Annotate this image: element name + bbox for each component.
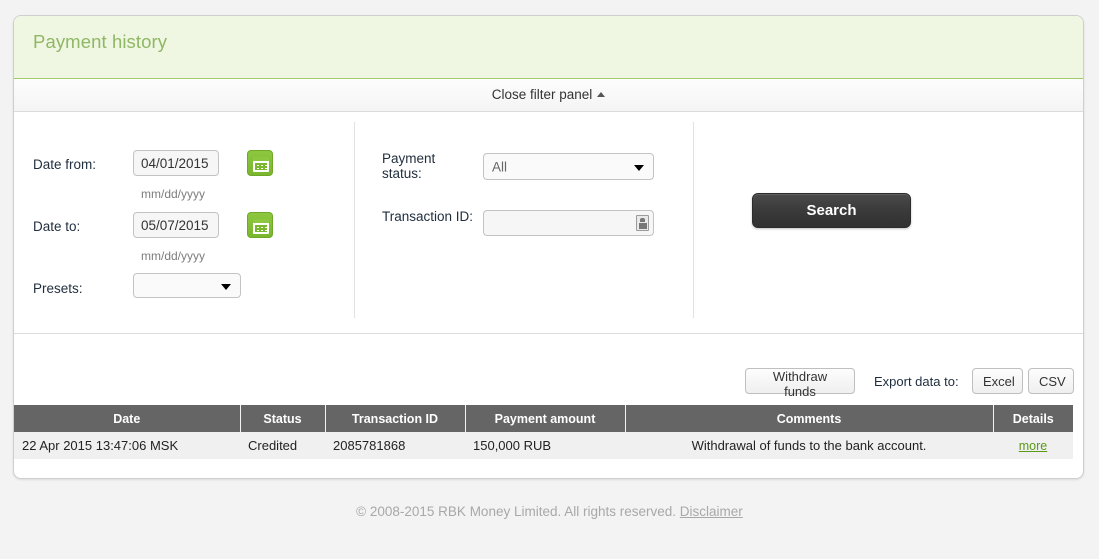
date-to-format-hint: mm/dd/yyyy <box>141 249 206 263</box>
column-header-date[interactable]: Date <box>14 405 241 432</box>
close-filter-panel-label: Close filter panel <box>491 87 593 102</box>
table-row: 22 Apr 2015 13:47:06 MSK Credited 208578… <box>14 432 1073 459</box>
cell-comments: Withdrawal of funds to the bank account. <box>625 432 993 459</box>
table-header-row: Date Status Transaction ID Payment amoun… <box>14 405 1073 432</box>
page-title: Payment history <box>33 31 168 52</box>
date-from-label: Date from: <box>33 157 97 172</box>
chevron-down-icon <box>634 164 644 171</box>
date-to-calendar-button[interactable] <box>247 212 273 238</box>
copyright-text: © 2008-2015 RBK Money Limited. All right… <box>356 504 677 519</box>
cell-details: more <box>993 432 1073 459</box>
transaction-id-field-wrap <box>483 210 654 236</box>
export-csv-button[interactable]: CSV <box>1028 368 1074 394</box>
column-header-status[interactable]: Status <box>240 405 326 432</box>
export-data-label: Export data to: <box>874 374 959 389</box>
page-root: Payment history Close filter panel Date … <box>0 0 1099 559</box>
payment-status-select[interactable]: All <box>483 153 654 180</box>
filter-panel: Date from: mm/dd/yyyy Date to: mm/dd/yyy… <box>14 113 1083 334</box>
details-more-link[interactable]: more <box>1019 439 1047 453</box>
column-header-comments[interactable]: Comments <box>625 405 994 432</box>
cell-status: Credited <box>240 432 325 459</box>
chevron-up-icon <box>597 92 606 97</box>
filter-column-divider-2 <box>693 122 694 318</box>
filter-toggle-bar: Close filter panel <box>14 80 1083 112</box>
payment-history-card: Payment history Close filter panel Date … <box>13 15 1084 479</box>
date-from-input[interactable] <box>133 150 219 176</box>
date-to-label: Date to: <box>33 219 81 234</box>
page-header: Payment history <box>14 16 1083 79</box>
cell-transaction-id: 2085781868 <box>325 432 465 459</box>
column-header-payment-amount[interactable]: Payment amount <box>465 405 626 432</box>
payment-history-table: Date Status Transaction ID Payment amoun… <box>14 405 1073 459</box>
cell-date: 22 Apr 2015 13:47:06 MSK <box>14 432 240 459</box>
actions-row: Withdraw funds Export data to: Excel CSV <box>14 334 1083 399</box>
presets-label: Presets: <box>33 281 83 296</box>
calendar-icon <box>253 219 269 234</box>
payment-status-label: Payment status: <box>382 151 436 181</box>
column-header-transaction-id[interactable]: Transaction ID <box>325 405 466 432</box>
calendar-icon <box>253 157 269 172</box>
export-excel-button[interactable]: Excel <box>972 368 1023 394</box>
date-from-calendar-button[interactable] <box>247 150 273 176</box>
disclaimer-link[interactable]: Disclaimer <box>680 504 743 519</box>
contact-picker-icon[interactable] <box>636 215 649 231</box>
withdraw-funds-button[interactable]: Withdraw funds <box>745 368 855 399</box>
date-from-format-hint: mm/dd/yyyy <box>141 187 206 201</box>
page-footer: © 2008-2015 RBK Money Limited. All right… <box>0 504 1099 519</box>
column-header-details[interactable]: Details <box>993 405 1073 432</box>
close-filter-panel-toggle[interactable]: Close filter panel <box>14 87 1083 102</box>
search-button[interactable]: Search <box>752 193 911 228</box>
filter-column-divider-1 <box>354 122 355 318</box>
payment-status-selected-value: All <box>492 159 508 174</box>
cell-payment-amount: 150,000 RUB <box>465 432 625 459</box>
presets-select[interactable] <box>133 273 241 298</box>
transaction-id-input[interactable] <box>483 210 654 236</box>
chevron-down-icon <box>221 283 231 290</box>
date-to-input[interactable] <box>133 212 219 238</box>
transaction-id-label: Transaction ID: <box>382 209 474 224</box>
